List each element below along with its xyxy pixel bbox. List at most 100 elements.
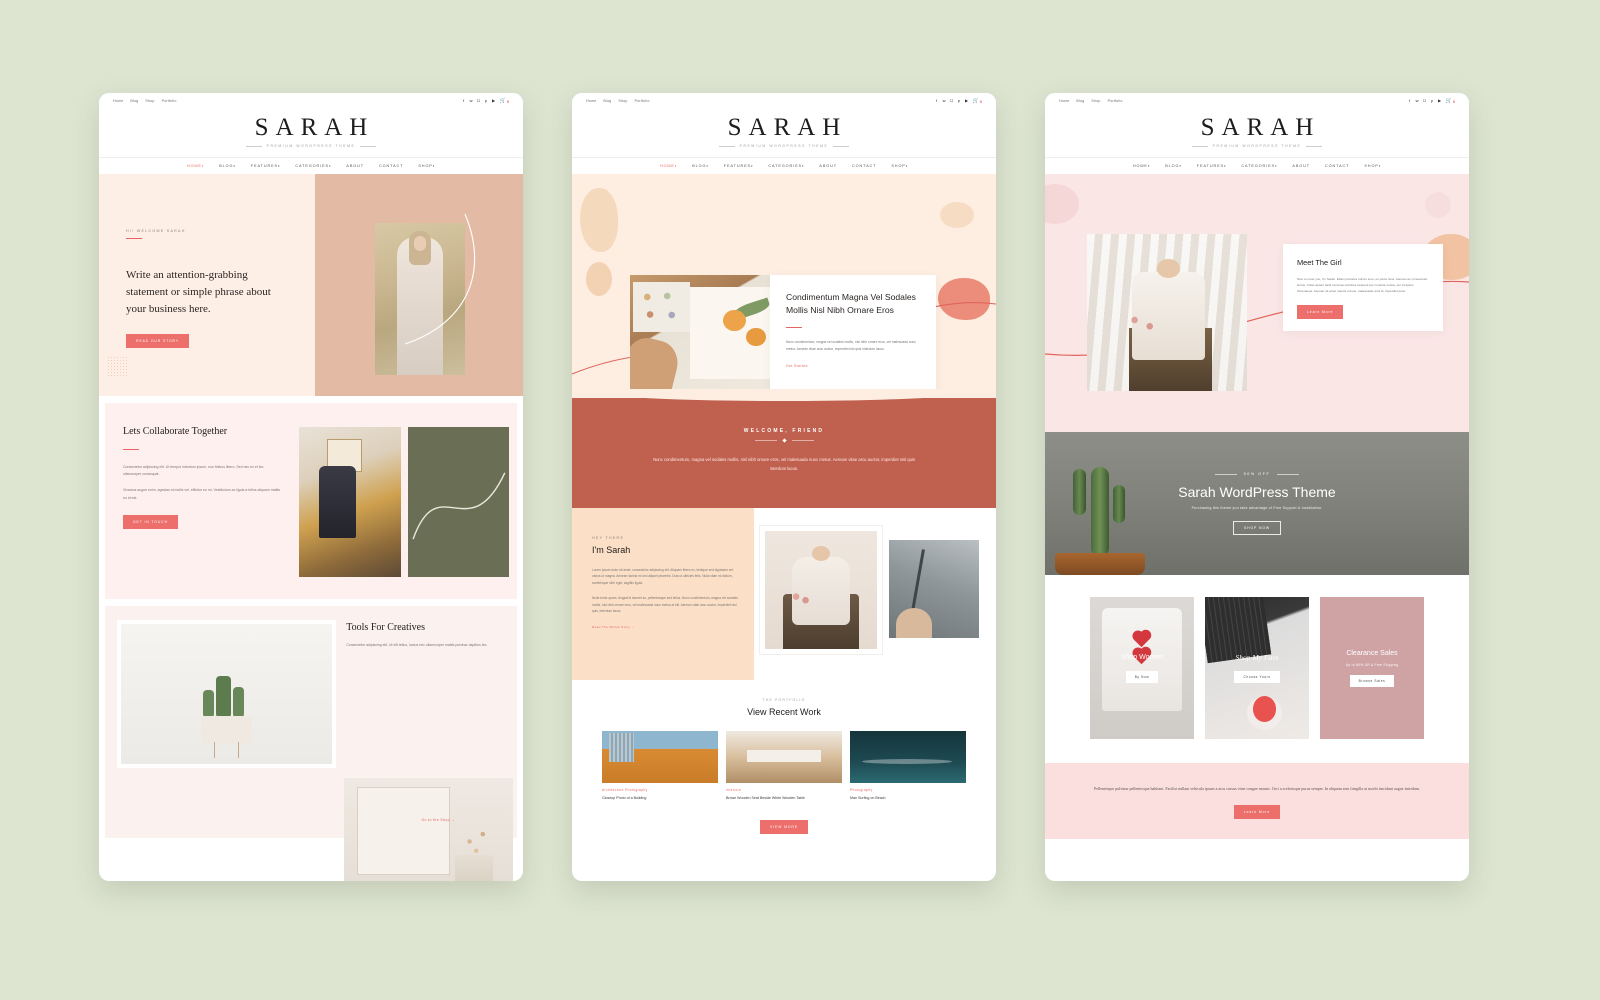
work-category[interactable]: Interiors (726, 788, 842, 792)
nav-item-shop[interactable]: SHOP▾ (418, 164, 435, 168)
diamond-divider-icon (572, 438, 996, 443)
shop-now-button[interactable]: SHOP NOW (1233, 521, 1281, 535)
work-item[interactable]: Photography Man Surfing on Beach (850, 730, 966, 801)
nav-item-about[interactable]: ABOUT (346, 164, 364, 168)
top-link-blog[interactable]: Blog (1076, 99, 1084, 103)
hero-card-paragraph: Nunc condimentum, magna vel sodales moll… (786, 339, 916, 351)
nav-item-categories[interactable]: CATEGORIES▾ (1241, 164, 1277, 168)
work-item[interactable]: Architecture Photography Closeup Photo o… (602, 730, 718, 801)
youtube-icon[interactable]: ▶ (965, 99, 969, 103)
nav-item-features[interactable]: FEATURES▾ (1197, 164, 1227, 168)
terracotta-pot-decoration (1055, 553, 1145, 575)
twitter-icon[interactable]: w (942, 99, 946, 103)
brand-name: SARAH (254, 114, 375, 141)
nav-item-shop[interactable]: SHOP▾ (1364, 164, 1381, 168)
top-link-shop[interactable]: Shop (145, 99, 154, 103)
pinterest-icon[interactable]: p (957, 99, 961, 103)
nav-item-contact[interactable]: CONTACT (379, 164, 403, 168)
nav-item-contact[interactable]: CONTACT (1325, 164, 1349, 168)
promo-heading: Sarah WordPress Theme (1178, 484, 1336, 500)
nav-item-features[interactable]: FEATURES▾ (251, 164, 281, 168)
work-category[interactable]: Architecture Photography (602, 788, 718, 792)
image-woman-on-chair (760, 525, 883, 654)
collaborate-paragraph-1: Consectetur adipiscing elit. Ut tempor i… (123, 464, 264, 476)
cart-widget-3[interactable]: 🛒 0 (1445, 97, 1455, 104)
top-link-portfolio[interactable]: Portfolio (162, 99, 177, 103)
shop-card-clearance[interactable]: Clearance Sales Up to 60% Off & Free Shi… (1320, 597, 1424, 739)
tools-paragraph: Consectetur adipiscing elit. Ut elit tel… (346, 643, 488, 647)
pinterest-icon[interactable]: p (1430, 99, 1434, 103)
collaborate-heading: Lets Collaborate Together (123, 426, 228, 437)
hero-eyebrow: HI! WELCOME SARAH (126, 229, 186, 233)
top-link-blog[interactable]: Blog (130, 99, 138, 103)
view-more-button[interactable]: VIEW MORE (760, 819, 808, 834)
nav-item-blog[interactable]: BLOG▾ (692, 164, 709, 168)
cart-widget[interactable]: 🛒 0 (500, 98, 509, 104)
top-link-portfolio[interactable]: Portfolio (635, 99, 650, 103)
shop-cards-section: Shop Women By Now Shop My Favs Choose Yo… (1045, 575, 1469, 763)
work-caption[interactable]: Man Surfing on Beach (850, 795, 966, 801)
top-link-blog[interactable]: Blog (603, 99, 611, 103)
top-link-home[interactable]: Home (586, 99, 596, 103)
youtube-icon[interactable]: ▶ (492, 99, 496, 103)
get-started-link[interactable]: Get Started (786, 364, 808, 368)
hero-copy: HI! WELCOME SARAH Write an attention-gra… (126, 229, 271, 349)
shop-card-favs[interactable]: Shop My Favs Choose Yours (1205, 597, 1309, 739)
footer-paragraph: Pellentesque pulvinar pellentesque habit… (1093, 786, 1421, 791)
nav-item-blog[interactable]: BLOG▾ (1165, 164, 1182, 168)
top-link-portfolio[interactable]: Portfolio (1108, 99, 1123, 103)
nav-item-about[interactable]: ABOUT (1292, 164, 1310, 168)
nav-item-contact[interactable]: CONTACT (852, 164, 876, 168)
shop-card-title: Clearance Sales (1346, 649, 1398, 657)
theme-demo-panel-shop: Home Blog Shop Portfolio f w ☐ p ▶ 🛒 0 S… (1045, 93, 1469, 881)
top-link-home[interactable]: Home (113, 99, 123, 103)
nav-item-blog[interactable]: BLOG▾ (219, 164, 236, 168)
facebook-icon[interactable]: f (462, 99, 466, 103)
collaborate-paragraph-2: Vivamus augue enim, egestas id mollis ve… (123, 488, 281, 500)
tools-copy: Tools For Creatives Consectetur adipisci… (346, 620, 505, 768)
instagram-icon[interactable]: ☐ (477, 99, 481, 103)
meet-the-girl-button[interactable]: Learn More (1297, 304, 1344, 319)
work-caption[interactable]: Brown Wooden Seat Beside White Wooden Ta… (726, 795, 842, 801)
collaborate-cta-button[interactable]: GET IN TOUCH (123, 514, 178, 529)
top-link-shop[interactable]: Shop (618, 99, 627, 103)
work-category[interactable]: Photography (850, 788, 966, 792)
top-link-home[interactable]: Home (1059, 99, 1069, 103)
instagram-icon[interactable]: ☐ (1423, 99, 1427, 103)
nav-item-features[interactable]: FEATURES▾ (724, 164, 754, 168)
read-whole-story-link[interactable]: Read The Whole Story → (592, 625, 635, 629)
nav-item-shop[interactable]: SHOP▾ (891, 164, 908, 168)
shop-card-button[interactable]: Browse Sales (1349, 675, 1395, 688)
instagram-icon[interactable]: ☐ (950, 99, 954, 103)
shop-card-title: Shop Women (1120, 654, 1164, 662)
top-link-shop[interactable]: Shop (1091, 99, 1100, 103)
work-caption[interactable]: Closeup Photo of a Building (602, 795, 718, 801)
nav-item-home[interactable]: HOME▾ (1133, 164, 1150, 168)
pinterest-icon[interactable]: p (484, 99, 488, 103)
hero-section: HI! WELCOME SARAH Write an attention-gra… (99, 174, 523, 396)
footer-learn-more-button[interactable]: Learn More (1233, 804, 1281, 819)
nav-item-categories[interactable]: CATEGORIES▾ (295, 164, 331, 168)
tools-cactus-photo-wrap (117, 620, 337, 768)
shop-card-button[interactable]: By Now (1125, 670, 1159, 683)
cart-widget-2[interactable]: 🛒 0 (973, 98, 982, 104)
nav-item-about[interactable]: ABOUT (819, 164, 837, 168)
work-item[interactable]: Interiors Brown Wooden Seat Beside White… (726, 730, 842, 801)
hero-section-3: Meet The Girl Nice to meet you, I'm Sara… (1045, 174, 1469, 432)
nav-item-categories[interactable]: CATEGORIES▾ (768, 164, 804, 168)
cart-icon: 🛒 (1445, 97, 1452, 104)
main-navigation: HOME▾ BLOG▾ FEATURES▾ CATEGORIES▾ ABOUT … (99, 157, 523, 174)
nav-item-home[interactable]: HOME▾ (187, 164, 204, 168)
facebook-icon[interactable]: f (935, 99, 939, 103)
top-right-group-2: f w ☐ p ▶ 🛒 0 (935, 98, 982, 104)
twitter-icon[interactable]: w (469, 99, 473, 103)
twitter-icon[interactable]: w (1415, 99, 1419, 103)
youtube-icon[interactable]: ▶ (1438, 99, 1442, 103)
shop-card-button[interactable]: Choose Yours (1234, 670, 1280, 683)
shop-card-women[interactable]: Shop Women By Now (1090, 597, 1194, 739)
nav-item-home[interactable]: HOME▾ (660, 164, 677, 168)
promo-subheading: Purchasing this theme you take advantage… (1191, 506, 1323, 510)
go-to-shop-link[interactable]: Go to the Shop → (421, 818, 455, 822)
hero-cta-button[interactable]: READ OUR STORY (126, 334, 189, 349)
facebook-icon[interactable]: f (1408, 99, 1412, 103)
